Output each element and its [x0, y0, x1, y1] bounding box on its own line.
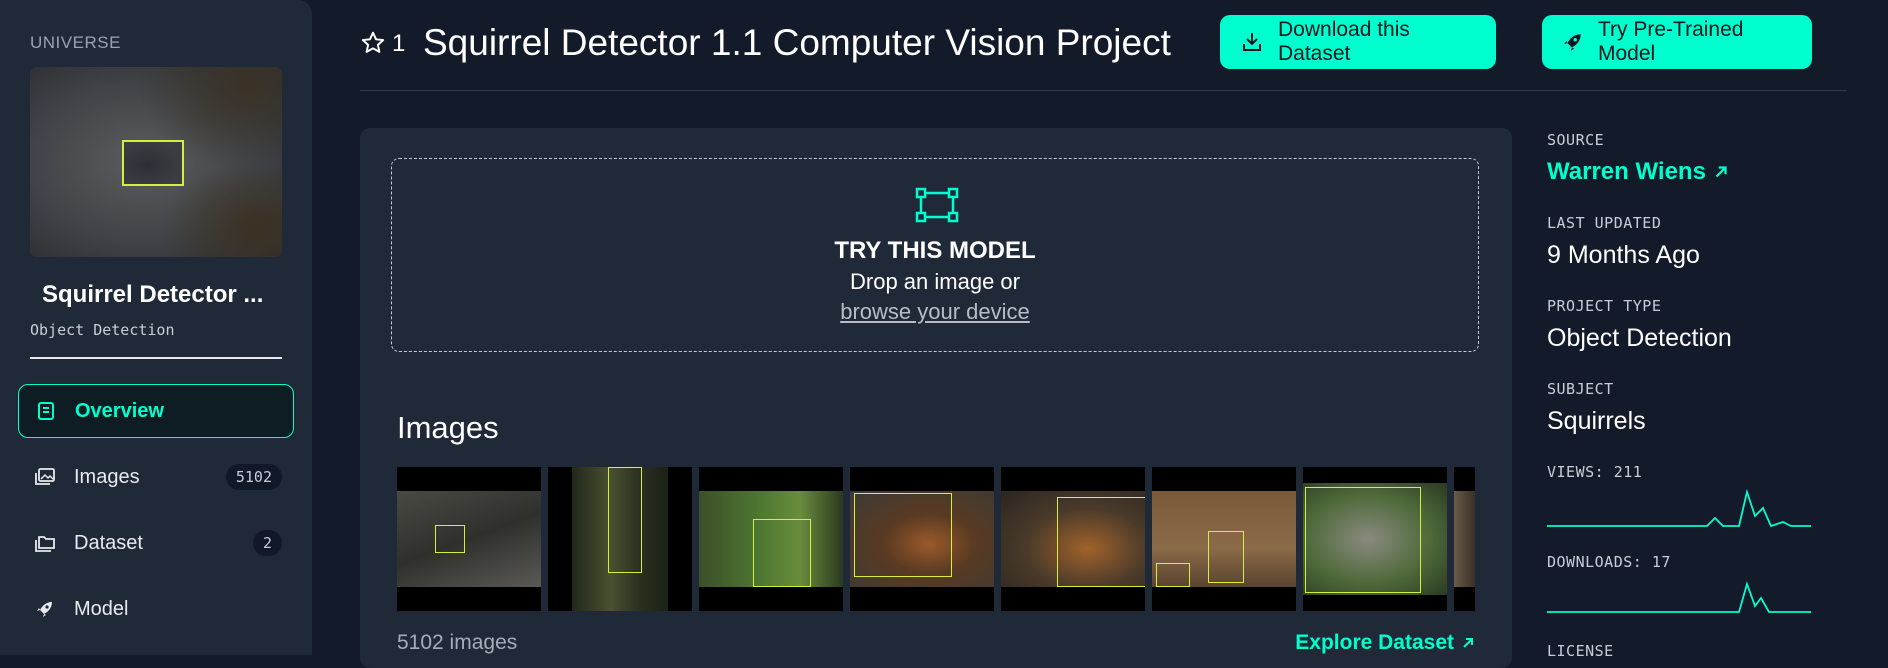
- sidebar-item-model[interactable]: Model: [18, 582, 294, 636]
- project-type-value: Object Detection: [1547, 324, 1732, 352]
- images-icon: [34, 466, 56, 488]
- explore-dataset-link[interactable]: Explore Dataset: [1295, 631, 1476, 655]
- downloads-sparkline: [1547, 581, 1811, 613]
- dropzone-title: TRY THIS MODEL: [834, 237, 1036, 264]
- license-label: LICENSE: [1547, 642, 1614, 660]
- sidebar-item-overview[interactable]: Overview: [18, 384, 294, 438]
- download-icon: [1240, 30, 1264, 54]
- bounding-box: [1057, 497, 1145, 587]
- source-value: Warren Wiens: [1547, 158, 1706, 185]
- image-thumbnail[interactable]: [397, 467, 541, 611]
- image-thumbnail[interactable]: [1454, 467, 1475, 611]
- image-thumbnail[interactable]: [1303, 467, 1447, 611]
- sidebar-item-label: Dataset: [74, 531, 143, 554]
- image-dropzone[interactable]: TRY THIS MODEL Drop an image or browse y…: [391, 158, 1479, 352]
- views-label: VIEWS: 211: [1547, 463, 1643, 481]
- last-updated-label: LAST UPDATED: [1547, 214, 1662, 232]
- images-heading: Images: [397, 410, 499, 445]
- download-dataset-label: Download this Dataset: [1278, 18, 1410, 65]
- views-sparkline: [1547, 488, 1811, 528]
- bounding-box: [753, 519, 811, 587]
- external-arrow-icon: [1460, 635, 1476, 651]
- thumbnail-bounding-box: [122, 140, 184, 186]
- image-thumbnail[interactable]: [850, 467, 994, 611]
- dataset-count-badge: 2: [252, 530, 282, 556]
- sidebar-item-label: Model: [74, 597, 129, 620]
- project-type-label: PROJECT TYPE: [1547, 297, 1662, 315]
- downloads-label: DOWNLOADS: 17: [1547, 553, 1671, 571]
- sidebar-item-dataset[interactable]: Dataset 2: [18, 516, 294, 570]
- project-name: Squirrel Detector ...: [42, 281, 264, 308]
- image-thumbnail[interactable]: [1001, 467, 1145, 611]
- project-thumbnail: [30, 67, 282, 257]
- dropzone-text: Drop an image or: [850, 269, 1020, 294]
- star-icon[interactable]: [360, 30, 386, 61]
- sidebar: UNIVERSE Squirrel Detector ... Object De…: [0, 0, 312, 655]
- source-link[interactable]: Warren Wiens: [1547, 158, 1730, 186]
- bounding-box: [1305, 487, 1421, 593]
- source-label: SOURCE: [1547, 131, 1605, 149]
- sidebar-divider: [30, 357, 282, 359]
- header-divider: [360, 90, 1847, 91]
- image-strip: [397, 467, 1475, 611]
- sidebar-item-label: Images: [74, 465, 140, 488]
- page-title: Squirrel Detector 1.1 Computer Vision Pr…: [423, 22, 1171, 63]
- download-dataset-button[interactable]: Download this Dataset: [1220, 15, 1496, 69]
- subject-label: SUBJECT: [1547, 380, 1614, 398]
- rocket-icon: [1562, 31, 1584, 53]
- explore-dataset-label: Explore Dataset: [1295, 631, 1454, 654]
- bounding-box: [435, 525, 465, 553]
- rocket-icon: [34, 598, 56, 620]
- sidebar-item-label: Overview: [75, 399, 164, 422]
- sidebar-item-images[interactable]: Images 5102: [18, 450, 294, 504]
- image-thumbnail[interactable]: [699, 467, 843, 611]
- last-updated-value: 9 Months Ago: [1547, 241, 1700, 269]
- main-panel: TRY THIS MODEL Drop an image or browse y…: [360, 128, 1512, 668]
- image-thumbnail[interactable]: [548, 467, 692, 611]
- bounding-box: [1208, 531, 1244, 583]
- try-pretrained-model-button[interactable]: Try Pre-Trained Model: [1542, 15, 1812, 69]
- universe-label[interactable]: UNIVERSE: [30, 33, 121, 53]
- bounding-box: [608, 467, 642, 573]
- image-count: 5102 images: [397, 631, 518, 654]
- images-count-badge: 5102: [225, 464, 282, 490]
- subject-value: Squirrels: [1547, 407, 1646, 435]
- star-count: 1: [392, 30, 406, 57]
- bounding-box-icon: [915, 187, 959, 228]
- folders-icon: [34, 532, 56, 554]
- project-type: Object Detection: [30, 321, 175, 339]
- external-arrow-icon: [1712, 163, 1730, 181]
- try-pretrained-model-label: Try Pre-Trained Model: [1598, 18, 1744, 65]
- browse-device-link[interactable]: browse your device: [392, 299, 1478, 325]
- book-icon: [35, 400, 57, 422]
- bounding-box: [1156, 563, 1190, 587]
- bounding-box: [854, 493, 952, 577]
- image-thumbnail[interactable]: [1152, 467, 1296, 611]
